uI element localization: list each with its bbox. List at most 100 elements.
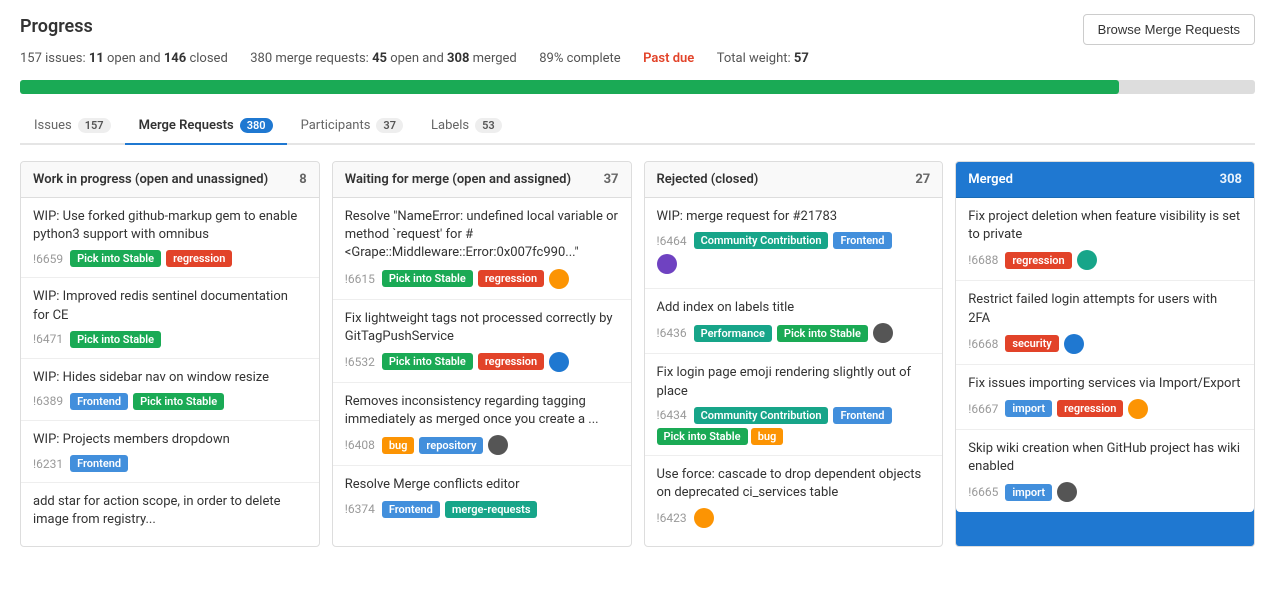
avatar-row xyxy=(657,254,931,278)
card-meta: !6436 Performance Pick into Stable xyxy=(657,323,931,343)
avatar xyxy=(1057,482,1077,502)
card-title: Use force: cascade to drop dependent obj… xyxy=(657,466,931,502)
card-title: Resolve Merge conflicts editor xyxy=(345,476,619,494)
column-waiting-title: Waiting for merge (open and assigned) xyxy=(345,172,571,187)
tab-labels[interactable]: Labels 53 xyxy=(417,108,516,145)
column-wip-title: Work in progress (open and unassigned) xyxy=(33,172,268,187)
card-meta: !6434 Community Contribution Frontend xyxy=(657,407,931,424)
card-title: Fix project deletion when feature visibi… xyxy=(968,208,1242,244)
badge-regression: regression xyxy=(478,353,544,370)
card-title: WIP: Hides sidebar nav on window resize xyxy=(33,369,307,387)
badge-frontend: Frontend xyxy=(833,407,891,424)
page-title: Progress xyxy=(20,16,93,37)
column-merged-count: 308 xyxy=(1220,172,1242,187)
list-item: Restrict failed login attempts for users… xyxy=(956,281,1254,364)
column-waiting-header: Waiting for merge (open and assigned) 37 xyxy=(333,162,631,198)
tabs-row: Issues 157 Merge Requests 380 Participan… xyxy=(20,108,1255,145)
badge-repository: repository xyxy=(419,437,483,454)
card-meta: !6423 xyxy=(657,508,931,528)
badge-pick-into-stable: Pick into Stable xyxy=(70,331,161,348)
card-meta: !6659 Pick into Stable regression xyxy=(33,250,307,267)
badge-frontend: Frontend xyxy=(70,393,128,410)
tab-labels-badge: 53 xyxy=(475,118,502,133)
card-meta: !6374 Frontend merge-requests xyxy=(345,501,619,518)
tab-participants-badge: 37 xyxy=(376,118,403,133)
list-item: WIP: Improved redis sentinel documentati… xyxy=(21,278,319,358)
columns-container: Work in progress (open and unassigned) 8… xyxy=(20,161,1255,547)
badge-frontend: Frontend xyxy=(833,232,891,249)
card-id: !6532 xyxy=(345,355,375,369)
list-item: Fix project deletion when feature visibi… xyxy=(956,198,1254,281)
badge-community-contribution: Community Contribution xyxy=(694,232,829,249)
list-item: WIP: Hides sidebar nav on window resize … xyxy=(21,359,319,421)
card-meta: !6464 Community Contribution Frontend xyxy=(657,232,931,249)
card-meta: !6667 import regression xyxy=(968,399,1242,419)
badge-performance: Performance xyxy=(694,325,772,342)
browse-merge-requests-button[interactable]: Browse Merge Requests xyxy=(1083,14,1255,45)
column-merged-header: Merged 308 xyxy=(956,162,1254,198)
card-id: !6389 xyxy=(33,394,63,408)
badge-import: import xyxy=(1005,484,1052,501)
card-title: WIP: merge request for #21783 xyxy=(657,208,931,226)
column-rejected-body: WIP: merge request for #21783 !6464 Comm… xyxy=(645,198,943,538)
card-id: !6667 xyxy=(968,402,998,416)
list-item: Skip wiki creation when GitHub project h… xyxy=(956,430,1254,512)
badge-pick-into-stable: Pick into Stable xyxy=(382,353,473,370)
column-merged-title: Merged xyxy=(968,172,1013,187)
card-id: !6436 xyxy=(657,326,687,340)
column-merged: Merged 308 Fix project deletion when fea… xyxy=(955,161,1255,547)
list-item: Fix login page emoji rendering slightly … xyxy=(645,354,943,455)
card-id: !6615 xyxy=(345,272,375,286)
tab-issues-badge: 157 xyxy=(78,118,111,133)
card-meta: !6668 security xyxy=(968,334,1242,354)
column-rejected: Rejected (closed) 27 WIP: merge request … xyxy=(644,161,944,547)
list-item: WIP: merge request for #21783 !6464 Comm… xyxy=(645,198,943,289)
card-title: WIP: Use forked github-markup gem to ena… xyxy=(33,208,307,244)
avatar xyxy=(488,435,508,455)
avatar xyxy=(549,269,569,289)
column-wip-count: 8 xyxy=(299,172,306,187)
badge-frontend: Frontend xyxy=(70,455,128,472)
column-rejected-title: Rejected (closed) xyxy=(657,172,759,187)
badge-bug: bug xyxy=(751,428,784,445)
list-item: Add index on labels title !6436 Performa… xyxy=(645,289,943,354)
card-meta: !6615 Pick into Stable regression xyxy=(345,269,619,289)
column-waiting-count: 37 xyxy=(604,172,619,187)
issues-stat: 157 issues: 11 open and 146 closed xyxy=(20,51,228,66)
card-title: Removes inconsistency regarding tagging … xyxy=(345,393,619,429)
list-item: Fix lightweight tags not processed corre… xyxy=(333,300,631,383)
card-id: !6464 xyxy=(657,234,687,248)
avatar xyxy=(657,254,677,274)
column-wip: Work in progress (open and unassigned) 8… xyxy=(20,161,320,547)
badge-import: import xyxy=(1005,400,1052,417)
avatar xyxy=(694,508,714,528)
card-title: Fix login page emoji rendering slightly … xyxy=(657,364,931,400)
card-meta: !6471 Pick into Stable xyxy=(33,331,307,348)
tab-issues[interactable]: Issues 157 xyxy=(20,108,125,145)
tab-merge-requests[interactable]: Merge Requests 380 xyxy=(125,108,287,145)
card-meta: !6408 bug repository xyxy=(345,435,619,455)
card-id: !6423 xyxy=(657,511,687,525)
card-id: !6659 xyxy=(33,252,63,266)
badge-security: security xyxy=(1005,335,1058,352)
card-id: !6688 xyxy=(968,253,998,267)
avatar xyxy=(1128,399,1148,419)
stats-row: 157 issues: 11 open and 146 closed 380 m… xyxy=(20,51,1255,66)
card-id: !6231 xyxy=(33,457,63,471)
mr-stat: 380 merge requests: 45 open and 308 merg… xyxy=(250,51,517,66)
card-title: Skip wiki creation when GitHub project h… xyxy=(968,440,1242,476)
card-id: !6665 xyxy=(968,485,998,499)
tab-labels-label: Labels xyxy=(431,118,469,133)
tab-participants[interactable]: Participants 37 xyxy=(287,108,417,145)
column-waiting-body: Resolve "NameError: undefined local vari… xyxy=(333,198,631,528)
list-item: add star for action scope, in order to d… xyxy=(21,483,319,545)
avatar xyxy=(549,352,569,372)
tab-mr-label: Merge Requests xyxy=(139,118,234,133)
list-item: Resolve Merge conflicts editor !6374 Fro… xyxy=(333,466,631,527)
column-rejected-header: Rejected (closed) 27 xyxy=(645,162,943,198)
badge-bug: bug xyxy=(382,437,415,454)
card-id: !6408 xyxy=(345,438,375,452)
column-waiting: Waiting for merge (open and assigned) 37… xyxy=(332,161,632,547)
card-title: Fix issues importing services via Import… xyxy=(968,375,1242,393)
badge-pick-into-stable: Pick into Stable xyxy=(133,393,224,410)
